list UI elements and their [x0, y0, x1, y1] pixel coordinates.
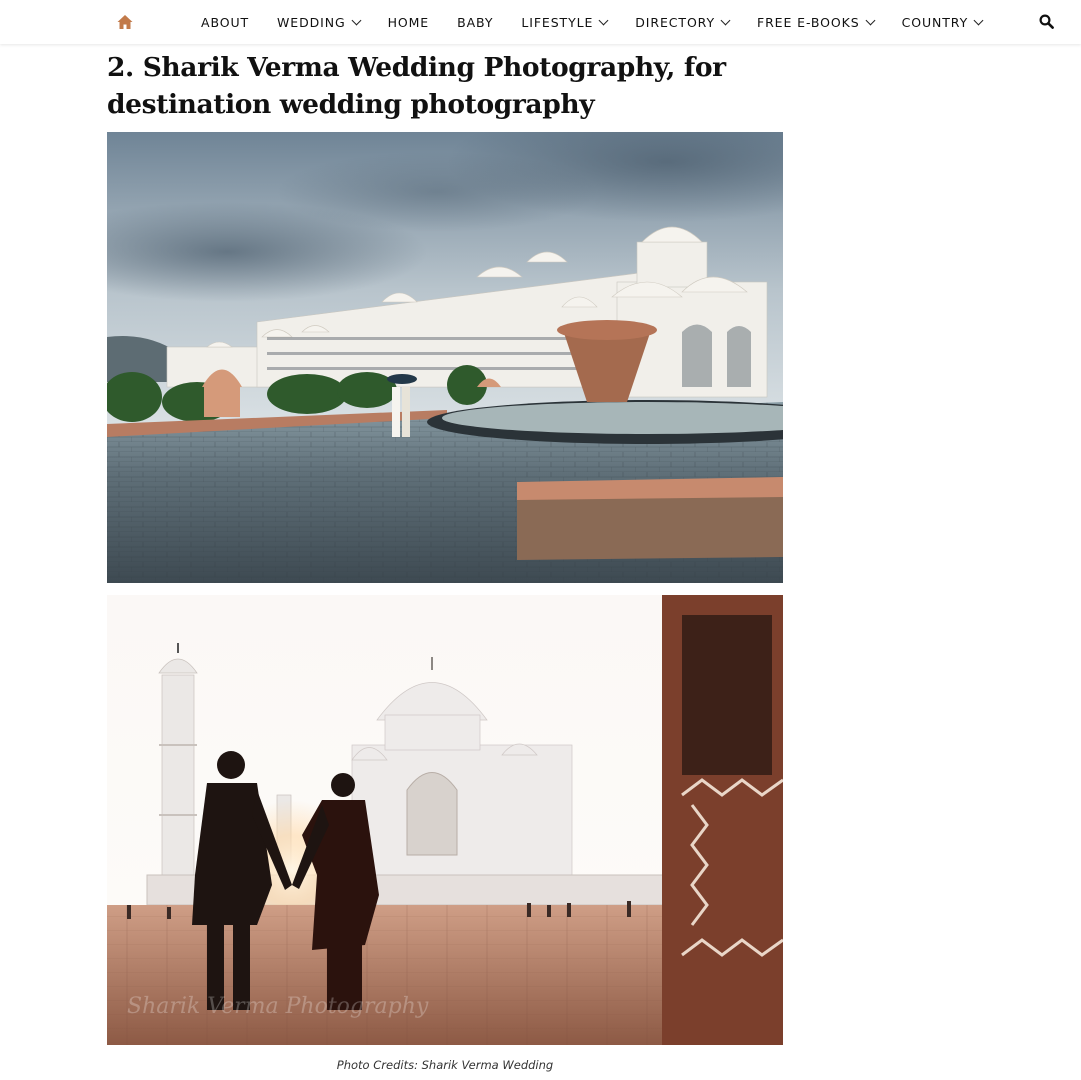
nav-item-label: HOME [387, 14, 430, 30]
nav-item-directory[interactable]: DIRECTORY [635, 14, 731, 30]
photo-watermark: Sharik Verma Photography [127, 994, 429, 1019]
nav-item-label: DIRECTORY [635, 14, 715, 30]
nav-item-label: COUNTRY [901, 14, 969, 30]
palace-wedding-photo [107, 132, 783, 583]
nav-item-label: FREE E-BOOKS [757, 14, 860, 30]
nav-item-about[interactable]: ABOUT [201, 15, 249, 30]
photo-caption: Photo Credits: Sharik Verma Wedding [336, 1058, 554, 1072]
taj-mahal-couple-photo: Sharik Verma Photography [107, 595, 783, 1045]
nav-item-label: ABOUT [201, 14, 250, 30]
nav-item-label: WEDDING [277, 14, 346, 30]
nav-item-label: LIFESTYLE [521, 14, 594, 30]
chevron-down-icon [720, 15, 731, 25]
nav-item-home[interactable]: HOME [388, 15, 430, 30]
chevron-down-icon [598, 15, 609, 25]
article-headline: 2. Sharik Verma Wedding Photography, for… [107, 52, 726, 120]
nav-item-wedding[interactable]: WEDDING [277, 14, 362, 30]
home-icon[interactable] [116, 13, 134, 31]
nav-item-free-e-books[interactable]: FREE E-BOOKS [757, 14, 876, 30]
search-icon[interactable] [1039, 14, 1054, 29]
nav-item-lifestyle[interactable]: LIFESTYLE [521, 14, 609, 30]
nav-menu: ABOUT WEDDING HOME BABY LIFESTYLE DIRECTORY FR… [201, 0, 1010, 44]
chevron-down-icon [351, 15, 362, 25]
top-navigation-bar: ABOUT WEDDING HOME BABY LIFESTYLE DIRECTORY FR… [0, 0, 1081, 44]
nav-item-baby[interactable]: BABY [457, 15, 493, 30]
nav-item-country[interactable]: COUNTRY [901, 14, 984, 30]
nav-item-label: BABY [457, 14, 494, 30]
chevron-down-icon [973, 15, 984, 25]
chevron-down-icon [865, 15, 876, 25]
